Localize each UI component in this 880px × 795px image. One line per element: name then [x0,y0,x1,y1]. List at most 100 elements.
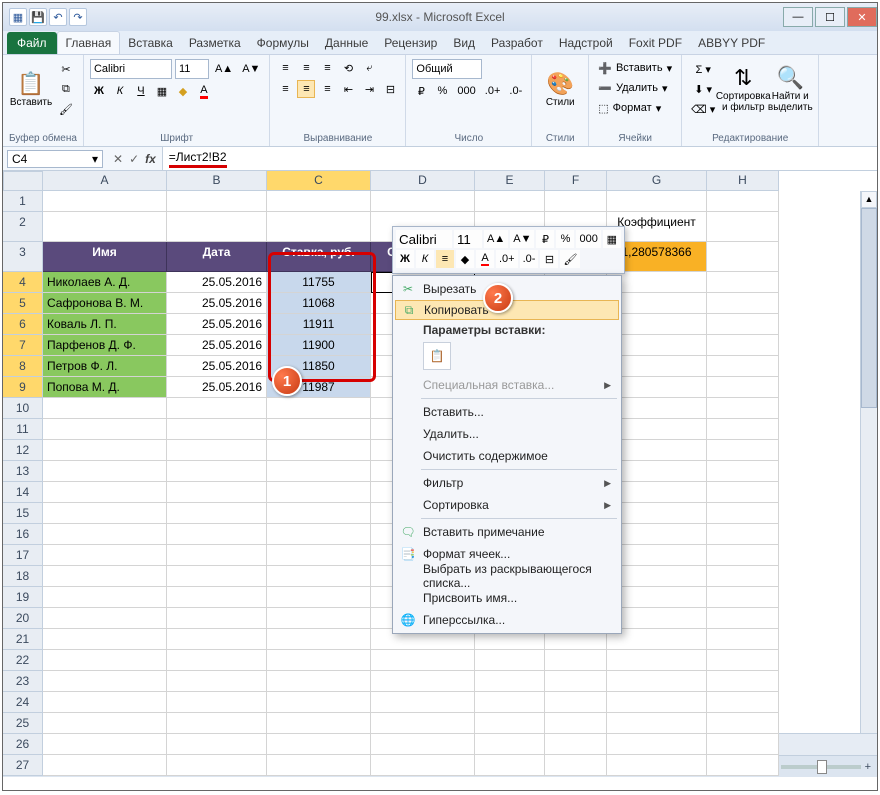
mini-bold-button[interactable]: Ж [396,250,414,268]
orientation-icon[interactable]: ⟲ [339,59,357,77]
mini-fill-icon[interactable]: ◆ [456,250,474,268]
cell[interactable] [707,608,779,629]
row-header[interactable]: 9 [3,377,43,398]
cell[interactable] [707,671,779,692]
cell[interactable] [371,671,475,692]
clear-icon[interactable]: ⌫ ▾ [688,100,718,118]
cell[interactable] [545,191,607,212]
cell[interactable] [43,587,167,608]
cell[interactable] [607,503,707,524]
cell[interactable] [707,419,779,440]
cell[interactable] [167,629,267,650]
row-header[interactable]: 27 [3,755,43,776]
number-format-combo[interactable] [412,59,482,79]
cell[interactable] [707,335,779,356]
cell[interactable] [707,713,779,734]
cell[interactable] [267,482,371,503]
paste-option-icon[interactable]: 📋 [423,342,451,370]
cell[interactable] [43,440,167,461]
cell[interactable] [43,482,167,503]
cell[interactable] [707,272,779,293]
cell[interactable] [475,650,545,671]
cell[interactable] [267,671,371,692]
cell[interactable] [167,503,267,524]
cell[interactable] [607,293,707,314]
mini-percent-icon[interactable]: % [556,230,574,248]
cell[interactable] [267,587,371,608]
sort-filter-button[interactable]: ⇅Сортировка и фильтр [721,59,765,119]
cell[interactable]: Петров Ф. Л. [43,356,167,377]
percent-icon[interactable]: % [433,82,451,100]
cell[interactable] [475,755,545,776]
ctx-paste-special[interactable]: Специальная вставка...▶ [395,374,619,396]
cell[interactable] [607,377,707,398]
cell[interactable] [167,545,267,566]
tab-layout[interactable]: Разметка [181,32,249,54]
row-header[interactable]: 11 [3,419,43,440]
row-header[interactable]: 14 [3,482,43,503]
cell[interactable] [607,713,707,734]
bold-button[interactable]: Ж [90,82,108,100]
cell[interactable] [167,671,267,692]
cell[interactable]: Коваль Л. П. [43,314,167,335]
mini-font-combo[interactable] [396,230,452,248]
cell[interactable] [607,692,707,713]
mini-italic-button[interactable]: К [416,250,434,268]
cell[interactable]: 11068 [267,293,371,314]
cell[interactable] [707,293,779,314]
cell[interactable] [267,461,371,482]
mini-currency-icon[interactable]: ₽ [536,230,554,248]
mini-shrink-icon[interactable]: A▼ [510,230,534,248]
cell[interactable] [707,587,779,608]
cell[interactable] [545,671,607,692]
cell[interactable]: 11755 [267,272,371,293]
mini-grow-icon[interactable]: A▲ [484,230,508,248]
fx-icon[interactable]: fx [145,152,156,166]
cell[interactable] [475,713,545,734]
fill-color-icon[interactable]: ◆ [174,82,192,100]
cell[interactable] [707,503,779,524]
cell[interactable]: 11900 [267,335,371,356]
currency-icon[interactable]: ₽ [412,82,430,100]
cell[interactable] [707,461,779,482]
cell[interactable] [371,734,475,755]
cell[interactable] [43,608,167,629]
zoom-slider[interactable] [781,765,861,769]
cell[interactable] [707,692,779,713]
italic-button[interactable]: К [111,82,129,100]
cell[interactable] [371,713,475,734]
cell[interactable]: Сафронова В. М. [43,293,167,314]
mini-incdec-icon[interactable]: .0+ [496,250,518,268]
cell[interactable] [607,335,707,356]
paste-button[interactable]: 📋Вставить [9,59,53,119]
row-header[interactable]: 26 [3,734,43,755]
styles-button[interactable]: 🎨Стили [538,59,582,119]
col-header[interactable]: C [267,171,371,191]
cell[interactable] [167,734,267,755]
cell[interactable] [267,608,371,629]
mini-decdec-icon[interactable]: .0- [520,250,539,268]
col-header[interactable]: H [707,171,779,191]
cell[interactable] [607,587,707,608]
cell[interactable] [545,650,607,671]
cell[interactable]: Имя [43,242,167,272]
cell[interactable] [545,713,607,734]
cell[interactable] [707,356,779,377]
maximize-button[interactable]: ☐ [815,7,845,27]
cell[interactable] [475,692,545,713]
cell[interactable] [607,755,707,776]
cell[interactable] [167,566,267,587]
cell[interactable] [43,629,167,650]
cell[interactable] [607,671,707,692]
cell[interactable] [607,524,707,545]
cell[interactable] [707,566,779,587]
row-header[interactable]: 25 [3,713,43,734]
cell[interactable] [707,545,779,566]
mini-border-icon[interactable]: ▦ [603,230,621,248]
ctx-sort[interactable]: Сортировка▶ [395,494,619,516]
align-left-icon[interactable]: ≡ [276,80,294,98]
cell[interactable] [167,461,267,482]
cancel-formula-icon[interactable]: ✕ [113,152,123,166]
row-header[interactable]: 15 [3,503,43,524]
col-header[interactable]: F [545,171,607,191]
